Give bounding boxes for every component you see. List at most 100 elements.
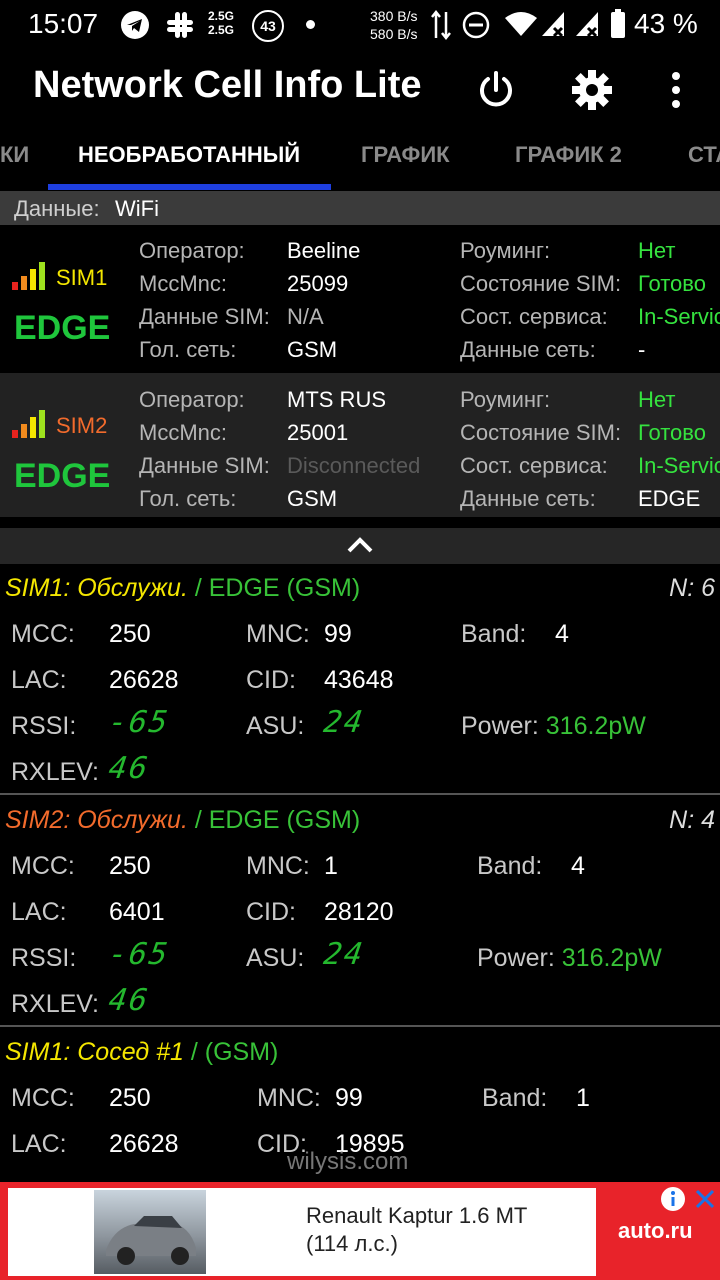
cell-neighbors-count: N: 4 — [669, 806, 715, 834]
mcc-label: MCC: — [11, 852, 75, 880]
data-sim-value: N/A — [287, 304, 324, 329]
lac-value: 26628 — [109, 1130, 179, 1158]
rxlev-value: 46 — [106, 983, 152, 1018]
mnc-label: MNC: — [246, 620, 310, 648]
speed-down: 580 B/s — [370, 26, 418, 42]
rssi-value: -65 — [106, 705, 172, 740]
cell-neighbors-count: N: 6 — [669, 574, 715, 602]
slack-icon — [165, 10, 195, 45]
band-value: 4 — [555, 620, 569, 648]
power-value: 316.2pW — [561, 944, 662, 972]
roaming-value: Нет — [638, 387, 676, 412]
mccmnc-label: MccMnc: — [139, 271, 227, 296]
ad-line-1: Renault Kaptur 1.6 MT — [306, 1203, 528, 1228]
cid-label: CID: — [246, 666, 296, 694]
data-net-label: Данные сеть: — [460, 337, 596, 362]
lac-value: 6401 — [109, 898, 165, 926]
overflow-menu-button[interactable] — [646, 60, 706, 120]
battery-icon — [610, 9, 626, 44]
tab-partial-left[interactable]: КИ — [0, 142, 29, 168]
rxlev-label: RXLEV: — [11, 990, 100, 1018]
rssi-value: -65 — [106, 937, 172, 972]
ad-car-image — [94, 1190, 206, 1274]
net-type-top: 2.5G — [208, 9, 235, 23]
mccmnc-value: 25001 — [287, 420, 349, 445]
tab-chart[interactable]: ГРАФИК — [361, 142, 450, 168]
ad-text: Renault Kaptur 1.6 MT (114 л.с.) — [306, 1202, 527, 1258]
mnc-label: MNC: — [257, 1084, 321, 1112]
roaming-value: Нет — [638, 238, 676, 263]
mnc-value: 1 — [324, 852, 338, 880]
ad-brand[interactable]: auto.ru — [618, 1218, 693, 1244]
clock: 15:07 — [28, 8, 99, 39]
cell-header: SIM1: Обслужи. / EDGE (GSM) — [5, 574, 360, 603]
service-value: In-Service — [638, 453, 720, 478]
app-bar: Network Cell Info Lite — [0, 50, 720, 126]
roaming-label: Роуминг: — [460, 238, 551, 263]
voice-net-value: GSM — [287, 337, 338, 362]
divider — [0, 793, 720, 795]
operator-value: Beeline — [287, 238, 361, 263]
mnc-value: 99 — [335, 1084, 363, 1112]
voice-net-label: Гол. сеть: — [139, 337, 237, 362]
mccmnc-label: MccMnc: — [139, 420, 227, 445]
lac-label: LAC: — [11, 1130, 67, 1158]
more-vert-icon — [672, 72, 680, 108]
close-icon[interactable] — [694, 1188, 716, 1210]
sim-name: SIM2 — [56, 413, 108, 438]
collapse-toggle[interactable] — [0, 528, 720, 564]
power-icon — [480, 71, 512, 107]
ad-banner[interactable]: Renault Kaptur 1.6 MT (114 л.с.) auto.ru — [0, 1182, 720, 1280]
cid-label: CID: — [246, 898, 296, 926]
roaming-label: Роуминг: — [460, 387, 551, 412]
settings-button[interactable] — [562, 60, 622, 120]
power-value: 316.2pW — [545, 712, 646, 740]
data-net-value: - — [638, 337, 646, 362]
mcc-label: MCC: — [11, 1084, 75, 1112]
mcc-value: 250 — [109, 620, 151, 648]
lac-label: LAC: — [11, 898, 67, 926]
tab-bar: КИ НЕОБРАБОТАННЫЙ ГРАФИК ГРАФИК 2 СТА — [0, 126, 720, 191]
sim1-panel[interactable]: SIM1 EDGE Оператор: Beeline MccMnc: 2509… — [0, 225, 720, 368]
operator-label: Оператор: — [139, 238, 245, 263]
mcc-value: 250 — [109, 1084, 151, 1112]
dnd-icon — [462, 11, 490, 44]
band-value: 1 — [576, 1084, 590, 1112]
speed-up: 380 B/s — [370, 8, 418, 24]
data-sim-label: Данные SIM: — [139, 304, 270, 329]
asu-value: 24 — [321, 937, 367, 972]
signal-icon — [540, 8, 566, 43]
ad-content[interactable]: Renault Kaptur 1.6 MT (114 л.с.) — [8, 1188, 596, 1276]
tab-raw[interactable]: НЕОБРАБОТАННЫЙ — [78, 142, 300, 168]
sim-tech: EDGE — [14, 309, 111, 347]
ad-line-2: (114 л.с.) — [306, 1231, 398, 1256]
data-label: Данные: — [14, 196, 100, 221]
asu-value: 24 — [321, 705, 367, 740]
rssi-label: RSSI: — [11, 944, 77, 972]
info-icon[interactable] — [660, 1186, 686, 1212]
cell-subtitle: / EDGE (GSM) — [194, 806, 361, 834]
cid-value: 43648 — [324, 666, 394, 694]
band-label: Band: — [461, 620, 527, 648]
battery-percent: 43 % — [634, 8, 698, 39]
cell-header: SIM1: Сосед #1 / (GSM) — [5, 1038, 278, 1067]
sim2-panel[interactable]: SIM2 EDGE Оператор: MTS RUS MccMnc: 2500… — [0, 373, 720, 517]
cell-subtitle: / (GSM) — [190, 1038, 279, 1066]
voice-net-value: GSM — [287, 486, 338, 511]
cell-block[interactable]: SIM2: Обслужи. / EDGE (GSM) N: 4 MCC: 25… — [0, 796, 720, 1025]
sim-name: SIM1 — [56, 265, 108, 290]
tab-partial-right[interactable]: СТА — [688, 142, 720, 168]
cell-block[interactable]: SIM1: Обслужи. / EDGE (GSM) N: 6 MCC: 25… — [0, 564, 720, 793]
tab-chart-2[interactable]: ГРАФИК 2 — [515, 142, 622, 168]
notif-count-badge: 43 — [252, 10, 284, 42]
data-net-value: EDGE — [638, 486, 701, 511]
voice-net-label: Гол. сеть: — [139, 486, 237, 511]
arrows-icon — [430, 8, 452, 47]
sim-state-value: Готово — [638, 271, 706, 296]
data-value: WiFi — [115, 196, 159, 221]
band-label: Band: — [482, 1084, 548, 1112]
active-tab-indicator — [48, 184, 331, 190]
mnc-value: 99 — [324, 620, 352, 648]
band-label: Band: — [477, 852, 543, 880]
power-button[interactable] — [466, 60, 526, 120]
